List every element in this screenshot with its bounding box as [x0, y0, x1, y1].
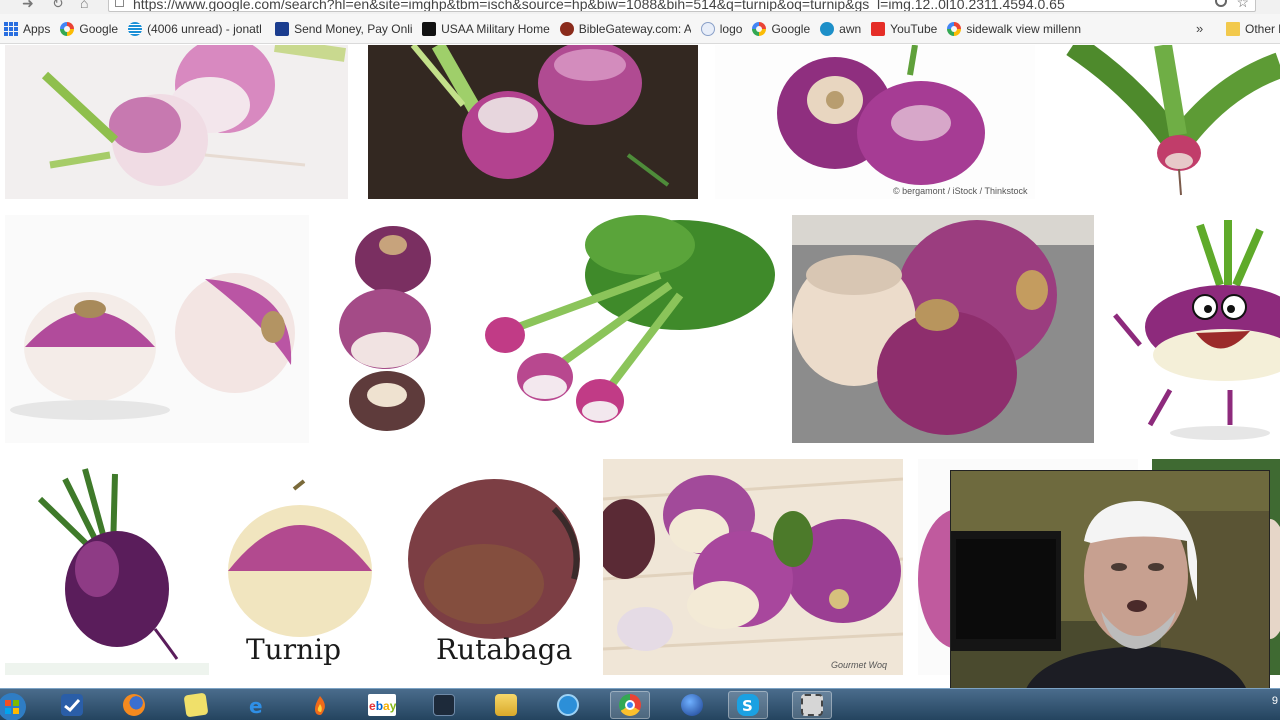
image-result[interactable]: Turnip Rutabaga	[224, 459, 588, 675]
apps-grid-icon	[4, 21, 18, 36]
bookmark-logo[interactable]: logo	[697, 14, 749, 44]
image-result[interactable]: Gourmet Woq	[603, 459, 903, 675]
turnip-pair-photo	[715, 45, 1035, 199]
taskbar-app-icon[interactable]	[52, 691, 92, 719]
bookmark-google-2[interactable]: Google	[748, 14, 816, 44]
image-result[interactable]	[5, 45, 348, 199]
bookmarks-overflow-chevron-icon[interactable]: »	[1196, 21, 1203, 36]
page-icon	[115, 0, 124, 7]
image-result[interactable]	[5, 459, 209, 675]
bookmark-label: BibleGateway.com: A	[578, 21, 691, 36]
bookmark-label: YouTube	[890, 21, 938, 36]
bookmark-label: USAA Military Home	[441, 21, 550, 36]
bookmark-star-icon[interactable]: ☆	[1236, 0, 1249, 11]
image-result[interactable]: © bergamont / iStock / Thinkstock	[715, 45, 1035, 199]
bookmark-label: Other b	[1245, 22, 1280, 36]
address-url[interactable]: https://www.google.com/search?hl=en&site…	[133, 0, 1065, 11]
cartoon-turnip-image	[1110, 215, 1280, 443]
reload-icon[interactable]: ↻	[52, 0, 64, 12]
google-earth-icon[interactable]	[672, 691, 712, 719]
folder-icon	[1226, 22, 1240, 36]
image-result[interactable]	[792, 215, 1094, 443]
att-globe-icon	[128, 21, 143, 36]
youtube-icon	[871, 21, 886, 36]
paypal-icon	[275, 21, 290, 36]
stacked-turnips-photo	[325, 215, 455, 443]
logo-icon	[700, 21, 715, 36]
skype-icon[interactable]: S	[728, 691, 768, 719]
bookmark-apps[interactable]: Apps	[0, 14, 56, 44]
turnip-in-soil-photo	[368, 45, 698, 199]
bookmark-other-folder[interactable]: Other b	[1222, 14, 1280, 44]
forward-icon[interactable]: ➜	[22, 0, 34, 12]
bookmark-google[interactable]: Google	[56, 14, 124, 44]
google-icon	[60, 21, 75, 36]
image-result[interactable]	[470, 215, 776, 443]
sticky-notes-icon[interactable]	[176, 691, 216, 719]
image-result[interactable]	[368, 45, 698, 199]
google-icon	[752, 21, 767, 36]
image-credit: © bergamont / iStock / Thinkstock	[893, 186, 1028, 196]
turnip-bunch-photo	[470, 215, 776, 443]
bookmark-paypal[interactable]: Send Money, Pay Onli	[271, 14, 418, 44]
ebay-icon[interactable]: ebay	[362, 691, 402, 719]
beet-illustration-image	[5, 459, 209, 675]
system-clock[interactable]: 9	[1272, 695, 1278, 707]
webcam-overlay	[950, 470, 1270, 710]
turnip-with-greens-photo	[1053, 45, 1280, 199]
internet-explorer-icon[interactable]: e	[238, 691, 278, 719]
svg-text:ebay: ebay	[369, 699, 396, 713]
image-caption-rutabaga: Rutabaga	[436, 633, 573, 666]
bookmark-usaa[interactable]: USAA Military Home	[418, 14, 556, 44]
browser-toolbar: ➜ ↻ ⌂ https://www.google.com/search?hl=e…	[0, 0, 1280, 14]
start-orb-icon[interactable]	[0, 689, 30, 720]
webcam-video-feed	[951, 471, 1269, 709]
bookmark-label: Google	[79, 21, 119, 36]
bookmark-label: Send Money, Pay Onli	[294, 21, 413, 36]
svg-text:S: S	[742, 697, 753, 715]
svg-text:e: e	[249, 694, 263, 716]
search-icon[interactable]	[1215, 0, 1227, 7]
image-result[interactable]	[5, 215, 309, 443]
address-bar[interactable]: https://www.google.com/search?hl=en&site…	[108, 0, 1256, 12]
awn-icon	[820, 21, 835, 36]
bookmark-biblegateway[interactable]: BibleGateway.com: A	[556, 14, 697, 44]
flame-app-icon[interactable]	[300, 691, 340, 719]
taskbar: e ebay S 9	[0, 688, 1280, 720]
image-credit: Gourmet Woq	[831, 660, 888, 670]
image-result[interactable]	[1110, 215, 1280, 443]
image-caption-turnip: Turnip	[246, 633, 342, 666]
two-turnips-photo	[5, 215, 309, 443]
web-app-icon[interactable]	[548, 691, 588, 719]
file-explorer-icon[interactable]	[486, 691, 526, 719]
bookmark-youtube[interactable]: YouTube	[867, 14, 943, 44]
bookmark-label: (4006 unread) - jonatl	[147, 21, 262, 36]
snipping-tool-icon[interactable]	[792, 691, 832, 719]
turnip-photo	[5, 45, 348, 199]
bookmark-label: logo	[719, 21, 743, 36]
bookmark-awn[interactable]: awn	[816, 14, 867, 44]
turnips-on-counter-photo	[792, 215, 1094, 443]
firefox-icon[interactable]	[114, 691, 154, 719]
bookmark-label: awn	[839, 21, 862, 36]
image-result[interactable]	[325, 215, 455, 443]
biblegateway-icon	[559, 21, 574, 36]
bookmarks-bar: Apps Google (4006 unread) - jonatl Send …	[0, 14, 1280, 44]
bookmark-label: Apps	[23, 21, 51, 36]
bookmark-sidewalk-view[interactable]: sidewalk view millenn	[943, 14, 1088, 44]
image-result[interactable]	[1053, 45, 1280, 199]
turnips-on-wood-photo	[603, 459, 903, 675]
bookmark-label: Google	[771, 21, 811, 36]
bookmark-label: sidewalk view millenn	[966, 21, 1082, 36]
chrome-icon[interactable]	[610, 691, 650, 719]
usaa-icon	[422, 21, 437, 36]
media-app-icon[interactable]	[424, 691, 464, 719]
google-icon	[947, 21, 962, 36]
bookmark-unread-mail[interactable]: (4006 unread) - jonatl	[124, 14, 271, 44]
home-icon[interactable]: ⌂	[80, 0, 88, 11]
